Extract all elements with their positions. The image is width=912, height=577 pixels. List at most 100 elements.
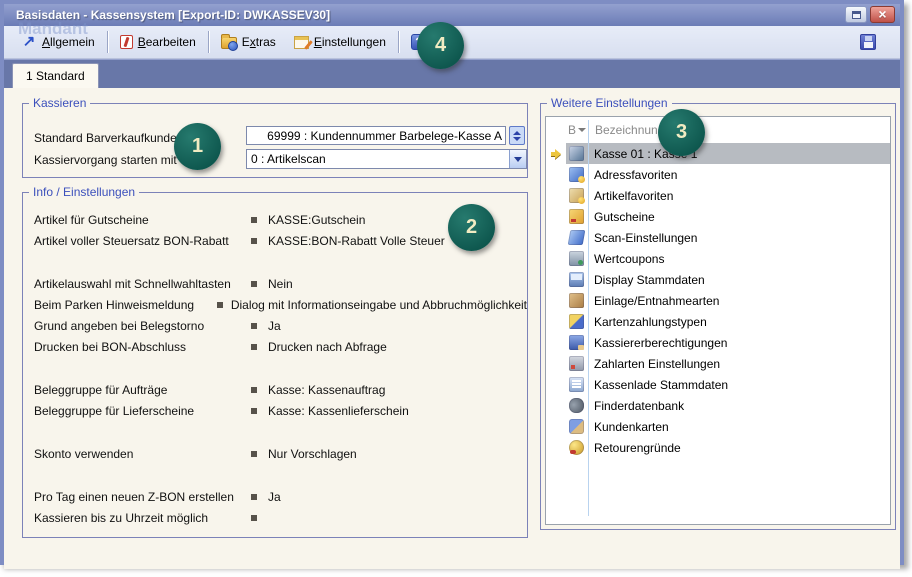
info-row: Kassieren bis zu Uhrzeit möglich <box>34 507 527 528</box>
list-item-kassiererberechtigungen[interactable]: Kassiererberechtigungen <box>546 332 890 353</box>
toolbar-button-label: Einstellungen <box>314 35 386 49</box>
callout-2: 2 <box>448 204 495 251</box>
info-row: Beleggruppe für LieferscheineKasse: Kass… <box>34 400 527 421</box>
restore-icon <box>852 11 861 19</box>
row-indicator <box>546 416 566 437</box>
callout-1: 1 <box>174 123 221 170</box>
close-button[interactable]: × <box>870 6 895 23</box>
info-row: Artikelauswahl mit SchnellwahltastenNein <box>34 273 527 294</box>
list-item-body: Retourengründe <box>566 437 890 458</box>
row-indicator <box>546 248 566 269</box>
toolbar-button-extras[interactable]: Extras <box>212 29 285 55</box>
info-label: Pro Tag einen neuen Z-BON erstellen <box>34 490 251 504</box>
list-item-kartenzahlungstypen[interactable]: Kartenzahlungstypen <box>546 311 890 332</box>
callout-4: 4 <box>417 22 464 69</box>
toolbar-button-allgemein[interactable]: ↗Allgemein <box>12 29 104 55</box>
info-value: Ja <box>268 319 527 333</box>
info-value: Drucken nach Abfrage <box>268 340 527 354</box>
info-row: Skonto verwendenNur Vorschlagen <box>34 443 527 464</box>
save-button[interactable] <box>860 34 876 50</box>
bullet-icon <box>251 387 268 393</box>
column-divider <box>588 120 589 516</box>
list-item-artikelfavoriten[interactable]: Artikelfavoriten <box>546 185 890 206</box>
list-item-wertcoupons[interactable]: Wertcoupons <box>546 248 890 269</box>
list-item-label: Kassiererberechtigungen <box>584 336 727 350</box>
bullet-icon <box>251 344 268 350</box>
info-label: Beim Parken Hinweismeldung <box>34 298 217 312</box>
dropdown-button[interactable] <box>509 150 526 168</box>
titlebar: Basisdaten - Kassensystem [Export-ID: DW… <box>4 4 900 26</box>
list-item-zahlarten-einstellungen[interactable]: Zahlarten Einstellungen <box>546 353 890 374</box>
list-item-adressfavoriten[interactable]: Adressfavoriten <box>546 164 890 185</box>
info-label: Artikel für Gutscheine <box>34 213 251 227</box>
info-value: Ja <box>268 490 527 504</box>
list-item-body: Adressfavoriten <box>566 164 890 185</box>
dropdown-value: 0 : Artikelscan <box>247 152 509 166</box>
list-item-body: Display Stammdaten <box>566 269 890 290</box>
row-indicator <box>546 269 566 290</box>
bullet-icon <box>251 408 268 414</box>
bullet-icon <box>251 515 268 521</box>
bullet-icon <box>251 238 268 244</box>
list-item-label: Scan-Einstellungen <box>584 231 697 245</box>
toolbar-button-bearbeiten[interactable]: Bearbeiten <box>111 29 205 55</box>
list-item-body: Kassenlade Stammdaten <box>566 374 890 395</box>
bullet-icon <box>251 323 268 329</box>
list-item-label: Einlage/Entnahmearten <box>584 294 719 308</box>
list-item-kassenlade-stammdaten[interactable]: Kassenlade Stammdaten <box>546 374 890 395</box>
list-item-body: Wertcoupons <box>566 248 890 269</box>
toolbar-separator <box>398 31 399 53</box>
list-item-gutscheine[interactable]: Gutscheine <box>546 206 890 227</box>
bullet-icon <box>251 494 268 500</box>
display-stammdaten-icon <box>569 272 584 287</box>
kassiervorgang-dropdown[interactable]: 0 : Artikelscan <box>246 149 527 169</box>
finder-icon <box>569 398 584 413</box>
list-item-body: Finderdatenbank <box>566 395 890 416</box>
list-item-label: Display Stammdaten <box>584 273 705 287</box>
list-item-label: Zahlarten Einstellungen <box>584 357 720 371</box>
list-item-label: Kassenlade Stammdaten <box>584 378 728 392</box>
bullet-icon <box>251 281 268 287</box>
list-item-einlage-entnahmearten[interactable]: Einlage/Entnahmearten <box>546 290 890 311</box>
spinner-down-icon <box>513 137 521 141</box>
standard-barverkaufkunde-field[interactable]: 69999 : Kundennummer Barbelege-Kasse A <box>246 126 506 145</box>
restore-button[interactable] <box>845 6 867 23</box>
row-indicator <box>546 185 566 206</box>
list-item-body: Scan-Einstellungen <box>566 227 890 248</box>
bullet-icon <box>251 451 268 457</box>
info-label: Drucken bei BON-Abschluss <box>34 340 251 354</box>
column-header-b[interactable]: B <box>566 123 588 137</box>
window-controls: × <box>845 6 895 23</box>
window-title: Basisdaten - Kassensystem [Export-ID: DW… <box>16 8 330 22</box>
artikelfavoriten-icon <box>569 188 584 203</box>
toolbar-button-einstellungen[interactable]: Einstellungen <box>285 29 395 55</box>
list-item-label: Kundenkarten <box>584 420 669 434</box>
list-item-label: Artikelfavoriten <box>584 189 673 203</box>
list-item-body: Kundenkarten <box>566 416 890 437</box>
tab-1-standard[interactable]: 1 Standard <box>12 63 99 88</box>
groupbox-caption: Weitere Einstellungen <box>547 96 672 110</box>
settings-list: B Bezeichnung Kasse 01 : Kasse 1Adressfa… <box>545 116 891 525</box>
list-item-body: Zahlarten Einstellungen <box>566 353 890 374</box>
list-item-body: Einlage/Entnahmearten <box>566 290 890 311</box>
list-item-display-stammdaten[interactable]: Display Stammdaten <box>546 269 890 290</box>
spinner-control[interactable] <box>509 126 525 145</box>
kasse-icon <box>569 146 584 161</box>
groupbox-caption: Kassieren <box>29 96 90 110</box>
list-item-body: Kartenzahlungstypen <box>566 311 890 332</box>
list-item-kundenkarten[interactable]: Kundenkarten <box>546 416 890 437</box>
bullet-icon <box>217 302 231 308</box>
sort-desc-icon <box>578 128 586 132</box>
list-item-body: Gutscheine <box>566 206 890 227</box>
list-item-kasse-01-kasse-1[interactable]: Kasse 01 : Kasse 1 <box>546 143 890 164</box>
list-item-retourengr-nde[interactable]: Retourengründe <box>546 437 890 458</box>
column-header-bezeichnung[interactable]: Bezeichnung <box>588 123 664 137</box>
list-item-finderdatenbank[interactable]: Finderdatenbank <box>546 395 890 416</box>
list-item-label: Finderdatenbank <box>584 399 684 413</box>
row-indicator <box>546 206 566 227</box>
list-item-scan-einstellungen[interactable]: Scan-Einstellungen <box>546 227 890 248</box>
info-row: Beim Parken HinweismeldungDialog mit Inf… <box>34 294 527 315</box>
kartenzahlung-icon <box>569 314 584 329</box>
bullet-icon <box>251 217 268 223</box>
list-item-label: Kartenzahlungstypen <box>584 315 707 329</box>
